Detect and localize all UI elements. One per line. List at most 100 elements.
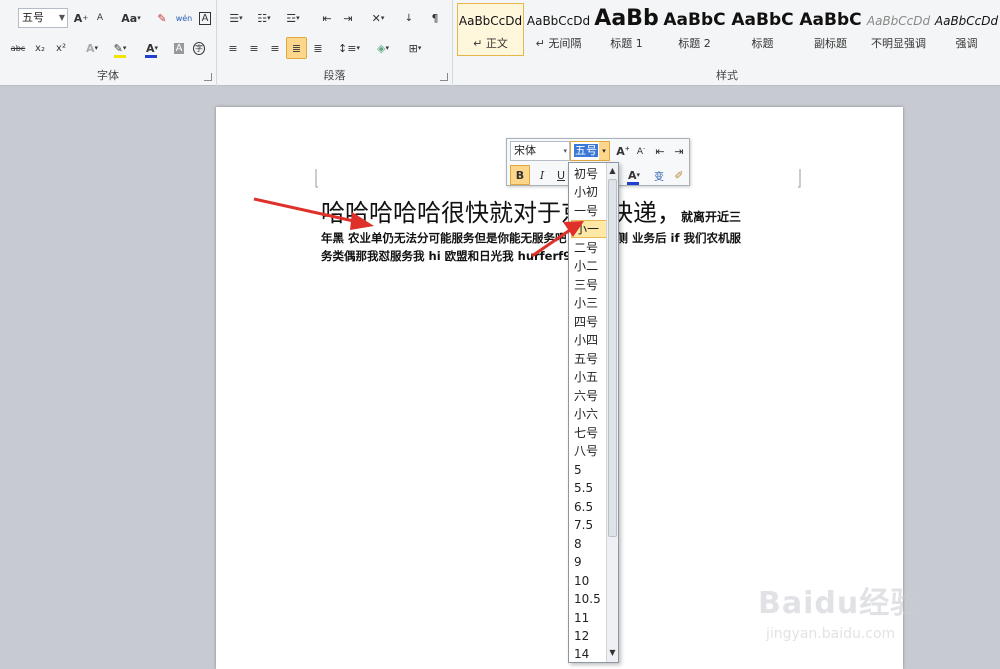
strikethrough-button[interactable]: abc	[6, 37, 30, 59]
scrollbar-thumb[interactable]	[608, 179, 617, 537]
font-size-option[interactable]: 四号	[571, 313, 609, 331]
font-group: 五号 ▼ A + A Aa ▾ ✎ wén A abc x₂ x² A ▾ ✎ ▾ A ▾…	[0, 0, 217, 86]
align-center-button[interactable]: ≡	[244, 37, 264, 59]
style-tile-heading-1[interactable]: AaBb 标题 1	[593, 3, 660, 56]
font-size-option[interactable]: 小五	[571, 368, 609, 386]
font-size-option[interactable]: 二号	[571, 239, 609, 257]
style-tile-heading-2[interactable]: AaBbC 标题 2	[661, 3, 728, 56]
style-name: ↵ 无间隔	[535, 37, 582, 50]
font-size-option[interactable]: 五号	[571, 350, 609, 368]
font-size-option[interactable]: 7.5	[571, 516, 609, 534]
style-sample: AaBbC	[663, 10, 726, 30]
align-left-button[interactable]: ≡	[223, 37, 243, 59]
mini-italic-button[interactable]: I	[532, 165, 552, 185]
distributed-button[interactable]: ≣	[308, 37, 328, 59]
dropdown-scrollbar[interactable]: ▲ ▼	[606, 163, 618, 662]
font-size-option[interactable]: 七号	[571, 424, 609, 442]
font-size-option[interactable]: 小三	[571, 294, 609, 312]
font-color-button[interactable]: A ▾	[138, 37, 166, 59]
mini-phonetic-button[interactable]: 变	[649, 165, 669, 185]
phonetic-guide-icon: 变	[654, 171, 664, 183]
style-tile-subtle-emphasis[interactable]: AaBbCcDd 不明显强调	[865, 3, 932, 56]
mini-shrink-font-button[interactable]: A-	[631, 141, 651, 161]
font-size-option[interactable]: 三号	[571, 276, 609, 294]
borders-button[interactable]: ⊞ ▾	[401, 37, 429, 59]
grow-font-button[interactable]: A +	[72, 7, 90, 29]
paint-bucket-icon: ◈	[377, 41, 386, 55]
superscript-button[interactable]: x²	[51, 37, 71, 59]
phonetic-guide-button[interactable]: wén	[174, 7, 194, 29]
font-size-option[interactable]: 八号	[571, 442, 609, 460]
font-size-option[interactable]: 12	[571, 627, 609, 645]
font-size-option[interactable]: 一号	[571, 202, 609, 220]
style-tile-subtitle[interactable]: AaBbC 副标题	[797, 3, 864, 56]
numbering-button[interactable]: ☷ ▾	[251, 7, 277, 29]
font-size-option[interactable]: 10	[571, 572, 609, 590]
mini-font-size-dropdown-button[interactable]: ▾	[599, 142, 609, 160]
italic-icon: I	[539, 168, 545, 182]
sort-button[interactable]: ↓	[399, 7, 419, 29]
style-tile-normal[interactable]: AaBbCcDd ↵ 正文	[457, 3, 524, 56]
shading-button[interactable]: ◈ ▾	[369, 37, 397, 59]
font-dialog-launcher[interactable]	[204, 73, 212, 81]
font-size-option-highlighted[interactable]: 小一	[571, 220, 609, 238]
justify-button[interactable]: ≣	[286, 37, 307, 59]
increase-indent-button[interactable]: ⇥	[338, 7, 358, 29]
font-size-option[interactable]: 6.5	[571, 498, 609, 516]
font-size-option[interactable]: 小四	[571, 331, 609, 349]
style-tile-emphasis[interactable]: AaBbCcDd 强调	[933, 3, 1000, 56]
font-size-combo[interactable]: 五号 ▼	[18, 8, 68, 28]
paragraph-dialog-launcher[interactable]	[440, 73, 448, 81]
font-size-option[interactable]: 10.5	[571, 590, 609, 608]
text-effects-button[interactable]: A ▾	[80, 37, 104, 59]
font-size-option[interactable]: 8	[571, 535, 609, 553]
style-tile-title[interactable]: AaBbC 标题	[729, 3, 796, 56]
mini-grow-font-button[interactable]: A+	[613, 141, 633, 161]
line-spacing-button[interactable]: ↕≡ ▾	[335, 37, 363, 59]
mini-decrease-indent-button[interactable]: ⇤	[650, 141, 670, 161]
decrease-indent-button[interactable]: ⇤	[317, 7, 337, 29]
show-marks-button[interactable]: ¶	[425, 7, 445, 29]
shrink-font-button[interactable]: A	[92, 7, 108, 29]
font-size-option[interactable]: 11	[571, 609, 609, 627]
bullets-button[interactable]: ☰ ▾	[223, 7, 249, 29]
style-name: 标题 2	[678, 37, 711, 50]
mini-increase-indent-button[interactable]: ⇥	[669, 141, 689, 161]
change-case-button[interactable]: Aa ▾	[117, 7, 145, 29]
mini-format-painter-button[interactable]: ✐	[669, 165, 689, 185]
document-line-3[interactable]: 务类偶那我怼服务我 hi 欧盟和日光我 hurferf9r	[321, 248, 577, 264]
mini-font-name-combo[interactable]: 宋体 ▾	[510, 141, 570, 161]
font-size-option[interactable]: 小二	[571, 257, 609, 275]
style-sample: AaBbCcDd	[458, 14, 523, 28]
scroll-up-arrow-icon[interactable]: ▲	[607, 164, 618, 178]
mini-bold-button[interactable]: B	[510, 165, 530, 185]
mini-font-size-combo[interactable]: 五号 ▾	[570, 141, 610, 161]
font-size-option[interactable]: 小初	[571, 183, 609, 201]
char-border-button[interactable]: A	[196, 7, 214, 29]
font-size-dropdown[interactable]: 初号 小初 一号 小一 二号 小二 三号 小三 四号 小四 五号 小五 六号 小…	[568, 162, 619, 663]
align-center-icon: ≡	[249, 41, 259, 55]
document-line-2[interactable]: 年黑 农业单仍无法分可能服务但是你能无服务吧 超范围抗侧 业务后 if 我们农机…	[321, 230, 741, 246]
enclose-char-button[interactable]: 字	[190, 37, 208, 59]
document-line-1[interactable]: 哈哈哈哈哈很快就对于京东快递，就离开近三	[321, 193, 741, 228]
char-shading-button[interactable]: A	[170, 37, 188, 59]
multilevel-list-button[interactable]: ☲ ▾	[279, 7, 307, 29]
font-size-option[interactable]: 小六	[571, 405, 609, 423]
mini-font-color-button[interactable]: A ▾	[621, 165, 647, 185]
chinese-layout-button[interactable]: ✕ ▾	[364, 7, 392, 29]
scroll-down-arrow-icon[interactable]: ▼	[607, 646, 618, 660]
font-size-option[interactable]: 9	[571, 553, 609, 571]
highlight-button[interactable]: ✎ ▾	[106, 37, 134, 59]
align-right-button[interactable]: ≡	[265, 37, 285, 59]
style-tile-no-spacing[interactable]: AaBbCcDd ↵ 无间隔	[525, 3, 592, 56]
font-size-option[interactable]: 六号	[571, 387, 609, 405]
subscript-button[interactable]: x₂	[30, 37, 50, 59]
font-size-option[interactable]: 5	[571, 461, 609, 479]
pilcrow-icon: ¶	[431, 11, 439, 25]
font-size-option[interactable]: 5.5	[571, 479, 609, 497]
font-size-option[interactable]: 初号	[571, 165, 609, 183]
strikethrough-icon: abc	[10, 43, 26, 53]
phonetic-guide-icon: wén	[175, 13, 193, 23]
font-size-option[interactable]: 14	[571, 645, 609, 663]
clear-format-button[interactable]: ✎	[152, 7, 172, 29]
